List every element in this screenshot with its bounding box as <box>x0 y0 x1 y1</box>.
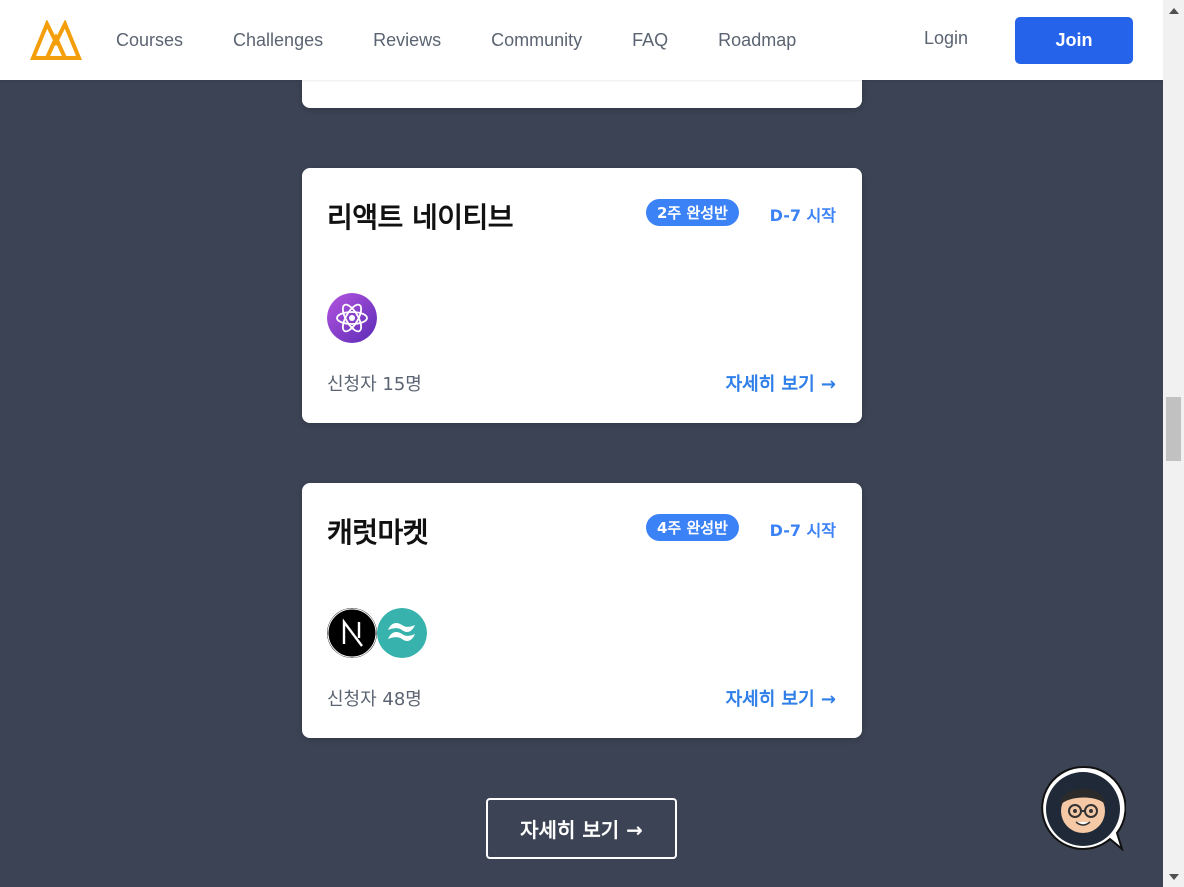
view-more-button[interactable]: 자세히 보기 → <box>486 798 677 859</box>
start-date-label: D-7 시작 <box>769 521 836 540</box>
login-link[interactable]: Login <box>924 28 968 49</box>
course-title: 캐럿마켓 <box>327 516 429 549</box>
chat-avatar-button[interactable] <box>1040 765 1127 852</box>
nextjs-icon <box>327 608 377 658</box>
main-nav: Courses Challenges Reviews Community FAQ… <box>116 0 846 80</box>
detail-link[interactable]: 자세히 보기 → <box>726 370 836 396</box>
start-date-label: D-7 시작 <box>769 206 836 225</box>
course-card[interactable]: 캐럿마켓 4주 완성반 D-7 시작 신청자 48명 자세히 보기 → <box>302 483 862 738</box>
join-button[interactable]: Join <box>1015 17 1133 64</box>
course-card[interactable]: 리액트 네이티브 2주 완성반 D-7 시작 신청자 15명 자세히 보기 → <box>302 168 862 423</box>
logo-icon[interactable] <box>30 19 82 60</box>
page: Courses Challenges Reviews Community FAQ… <box>0 0 1163 887</box>
tailwind-icon <box>377 608 427 658</box>
applicant-count: 신청자 15명 <box>327 374 422 395</box>
page-scrollbar[interactable] <box>1163 0 1184 887</box>
detail-link[interactable]: 자세히 보기 → <box>726 685 836 711</box>
nav-roadmap[interactable]: Roadmap <box>718 30 796 51</box>
scrollbar-thumb[interactable] <box>1166 397 1181 461</box>
tech-stack <box>327 608 427 658</box>
nav-faq[interactable]: FAQ <box>632 30 668 51</box>
duration-badge: 2주 완성반 <box>646 199 739 226</box>
tech-stack <box>327 293 377 343</box>
duration-badge: 4주 완성반 <box>646 514 739 541</box>
nav-reviews[interactable]: Reviews <box>373 30 441 51</box>
nav-challenges[interactable]: Challenges <box>233 30 323 51</box>
top-navbar: Courses Challenges Reviews Community FAQ… <box>0 0 1163 80</box>
nav-courses[interactable]: Courses <box>116 30 183 51</box>
scroll-up-arrow-icon[interactable] <box>1163 0 1184 21</box>
applicant-count: 신청자 48명 <box>327 689 422 710</box>
nav-community[interactable]: Community <box>491 30 582 51</box>
scroll-down-arrow-icon[interactable] <box>1163 866 1184 887</box>
react-icon <box>327 293 377 343</box>
course-title: 리액트 네이티브 <box>327 201 514 234</box>
